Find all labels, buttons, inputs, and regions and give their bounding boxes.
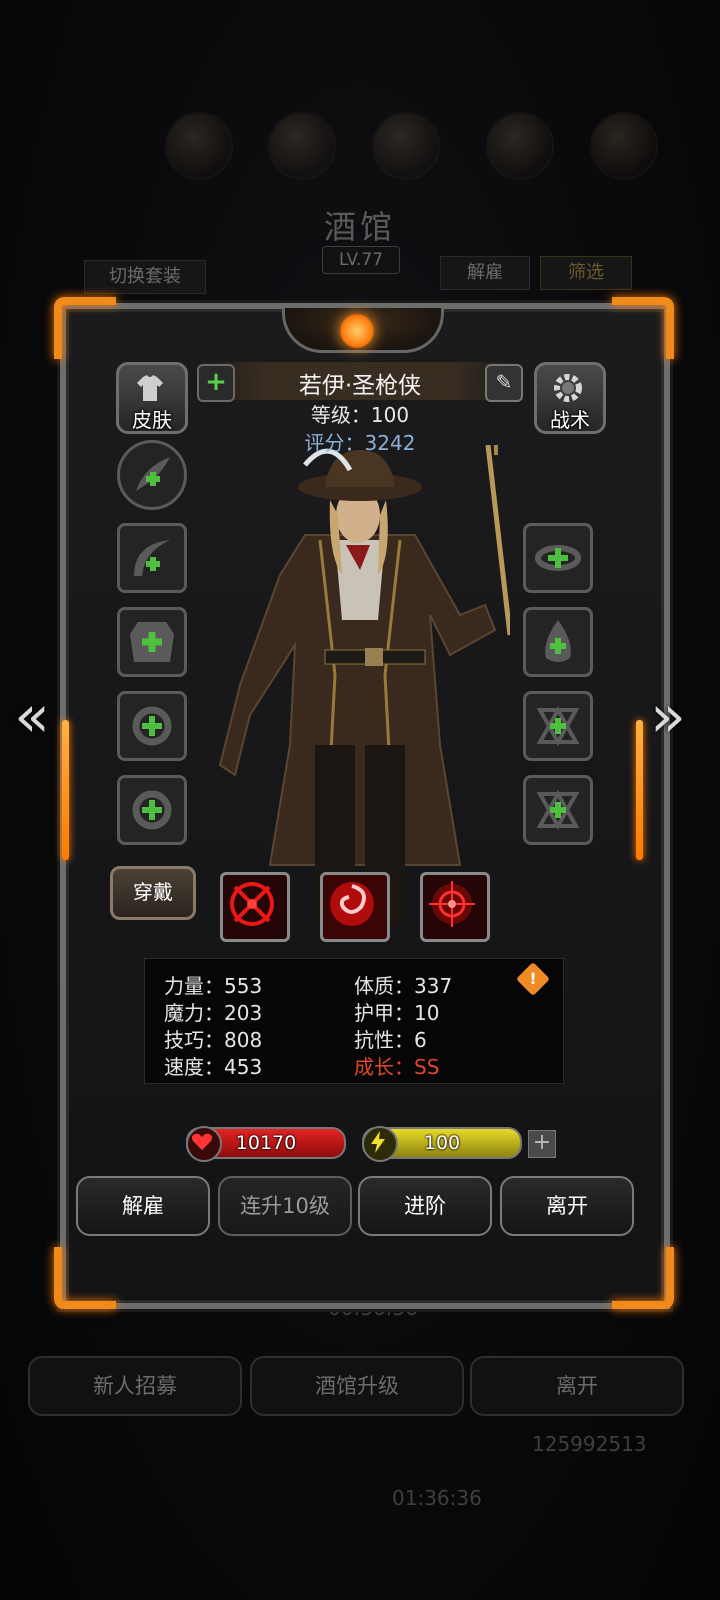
corner-ornament xyxy=(612,1247,674,1309)
chevron-right-icon[interactable]: » xyxy=(648,687,688,745)
amulet-icon xyxy=(535,545,581,571)
dismiss-button[interactable]: 解雇 xyxy=(76,1176,210,1236)
stat-magic: 魔力：203 xyxy=(164,1001,263,1025)
skill-slot-3[interactable] xyxy=(420,872,490,942)
gem-icon xyxy=(545,620,571,662)
leave-button[interactable]: 离开 xyxy=(500,1176,634,1236)
bg-menu-orb xyxy=(165,112,233,180)
wear-button[interactable]: 穿戴 xyxy=(110,866,196,920)
warning-icon[interactable]: ! xyxy=(516,962,550,996)
offhand-slot[interactable] xyxy=(117,523,187,593)
hp-value: 10170 xyxy=(235,1132,297,1154)
bg-menu-orb xyxy=(268,112,336,180)
stat-constitution: 体质：337 xyxy=(354,974,453,998)
gem-slot[interactable] xyxy=(523,607,593,677)
ring-icon xyxy=(132,790,172,830)
bg-timer-bottom: 01:36:36 xyxy=(392,1486,482,1510)
hp-bar: 10170 xyxy=(186,1126,346,1162)
corner-ornament xyxy=(612,297,674,359)
hero-name: 若伊·圣枪侠 xyxy=(298,373,422,399)
boomerang-icon xyxy=(134,540,170,576)
rune-icon xyxy=(536,789,580,831)
advance-button[interactable]: 进阶 xyxy=(358,1176,492,1236)
dismiss-tab: 解雇 xyxy=(440,256,530,290)
hero-level: 等级：100 xyxy=(310,403,410,427)
stat-resistance: 抗性：6 xyxy=(354,1028,427,1052)
tactics-button[interactable]: 战术 xyxy=(534,362,606,434)
level-up-10-button[interactable]: 连升10级 xyxy=(218,1176,352,1236)
moon-emblem-icon xyxy=(340,314,374,348)
corner-ornament xyxy=(54,297,116,359)
tavern-upgrade-button: 酒馆升级 xyxy=(250,1356,464,1416)
bg-menu-orb xyxy=(372,112,440,180)
gear-icon xyxy=(554,374,582,402)
ring-slot-1[interactable] xyxy=(117,691,187,761)
add-energy-button[interactable]: + xyxy=(528,1130,556,1158)
right-glow-strip xyxy=(636,720,643,860)
feather-icon xyxy=(136,457,170,491)
recruit-button: 新人招募 xyxy=(28,1356,242,1416)
filter-tab: 筛选 xyxy=(540,256,632,290)
bg-leave-button: 离开 xyxy=(470,1356,684,1416)
swirl-skill-icon xyxy=(330,882,374,926)
cloak-icon xyxy=(130,622,174,662)
skill-slot-2[interactable] xyxy=(320,872,390,942)
bg-menu-orb xyxy=(486,112,554,180)
stat-growth: 成长：SS xyxy=(354,1055,440,1079)
hero-score: 评分：3242 xyxy=(304,431,416,455)
skin-label: 皮肤 xyxy=(132,408,172,432)
necklace-slot[interactable] xyxy=(523,523,593,593)
tactics-label: 战术 xyxy=(550,408,590,432)
stat-armor: 护甲：10 xyxy=(354,1001,440,1025)
shirt-icon xyxy=(137,375,163,401)
armor-slot[interactable] xyxy=(117,607,187,677)
bg-gold-amount: 125992513 xyxy=(532,1432,647,1456)
chevron-left-icon[interactable]: « xyxy=(12,687,52,745)
corner-ornament xyxy=(54,1247,116,1309)
crosshair-skill-icon xyxy=(429,881,475,927)
skin-button[interactable]: 皮肤 xyxy=(116,362,188,434)
bg-menu-orb xyxy=(590,112,658,180)
ring-icon xyxy=(132,706,172,746)
rune-slot-1[interactable] xyxy=(523,691,593,761)
stat-speed: 速度：453 xyxy=(164,1055,263,1079)
ring-slot-2[interactable] xyxy=(117,775,187,845)
tavern-title: 酒馆 xyxy=(323,208,396,246)
energy-bar: 100 xyxy=(362,1126,522,1162)
stat-skill: 技巧：808 xyxy=(164,1028,263,1052)
energy-value: 100 xyxy=(423,1132,461,1154)
rune-slot-2[interactable] xyxy=(523,775,593,845)
stat-strength: 力量：553 xyxy=(164,974,263,998)
target-skill-icon xyxy=(230,882,274,926)
skill-slot-1[interactable] xyxy=(220,872,290,942)
weapon-slot[interactable] xyxy=(117,440,187,510)
tavern-level: LV.77 xyxy=(322,246,400,274)
left-glow-strip xyxy=(62,720,69,860)
rune-icon xyxy=(536,705,580,747)
switch-outfit-tab: 切换套装 xyxy=(84,260,206,294)
